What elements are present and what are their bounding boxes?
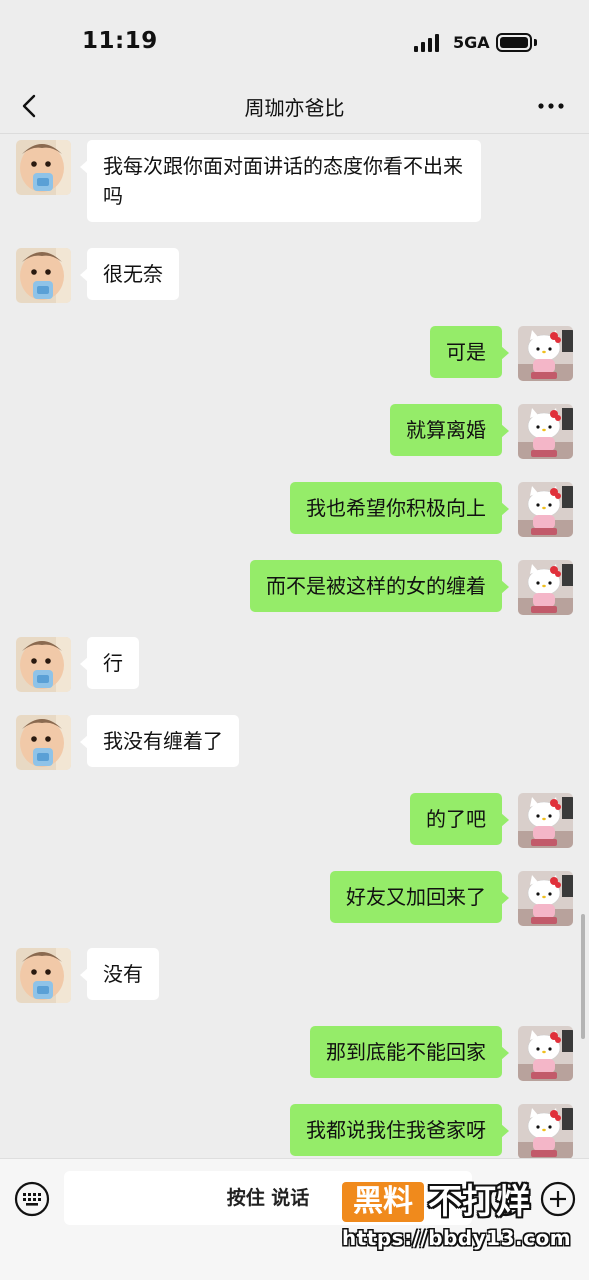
message-bubble[interactable]: 行	[80, 637, 139, 689]
self-avatar[interactable]	[518, 793, 573, 848]
self-avatar[interactable]	[518, 1026, 573, 1081]
battery-tip	[534, 39, 537, 46]
message-list[interactable]: 我每次跟你面对面讲话的态度你看不出来吗很无奈可是就算离婚我也希望你积极向上而不是…	[0, 134, 589, 1158]
message-bubble[interactable]: 就算离婚	[390, 404, 509, 456]
chat-title: 周珈亦爸比	[244, 96, 345, 120]
message-bubble[interactable]: 没有	[80, 948, 159, 1000]
message-bubble[interactable]: 可是	[430, 326, 509, 378]
message-bubble[interactable]: 好友又加回来了	[330, 871, 509, 923]
network-type: 5GA	[453, 33, 490, 52]
nav-bar: 周珈亦爸比	[0, 80, 589, 134]
signal-icon	[414, 34, 439, 52]
message-bubble[interactable]: 的了吧	[410, 793, 509, 845]
self-avatar[interactable]	[518, 871, 573, 926]
more-dots-icon[interactable]	[536, 94, 566, 118]
watermark-text: 不打烊	[428, 1182, 530, 1222]
watermark-url: https://bbdy13.com	[342, 1226, 572, 1250]
contact-avatar[interactable]	[16, 248, 71, 303]
watermark-badge: 黑料	[342, 1182, 424, 1222]
message-bubble[interactable]: 我每次跟你面对面讲话的态度你看不出来吗	[80, 140, 481, 222]
scrollbar[interactable]	[581, 914, 585, 1039]
status-bar: 11:19 5GA	[0, 0, 589, 80]
message-bubble[interactable]: 我没有缠着了	[80, 715, 239, 767]
contact-avatar[interactable]	[16, 948, 71, 1003]
self-avatar[interactable]	[518, 1104, 573, 1158]
message-bubble[interactable]: 我也希望你积极向上	[290, 482, 509, 534]
self-avatar[interactable]	[518, 404, 573, 459]
keyboard-icon[interactable]	[14, 1181, 50, 1217]
message-bubble[interactable]: 而不是被这样的女的缠着	[250, 560, 509, 612]
watermark: 黑料 不打烊 https://bbdy13.com	[340, 1180, 589, 1280]
message-bubble[interactable]: 我都说我住我爸家呀	[290, 1104, 509, 1156]
contact-avatar[interactable]	[16, 637, 71, 692]
contact-avatar[interactable]	[16, 140, 71, 195]
self-avatar[interactable]	[518, 326, 573, 381]
status-time: 11:19	[82, 28, 158, 54]
message-bubble[interactable]: 很无奈	[80, 248, 179, 300]
message-bubble[interactable]: 那到底能不能回家	[310, 1026, 509, 1078]
self-avatar[interactable]	[518, 482, 573, 537]
contact-avatar[interactable]	[16, 715, 71, 770]
battery-icon	[496, 33, 532, 52]
self-avatar[interactable]	[518, 560, 573, 615]
